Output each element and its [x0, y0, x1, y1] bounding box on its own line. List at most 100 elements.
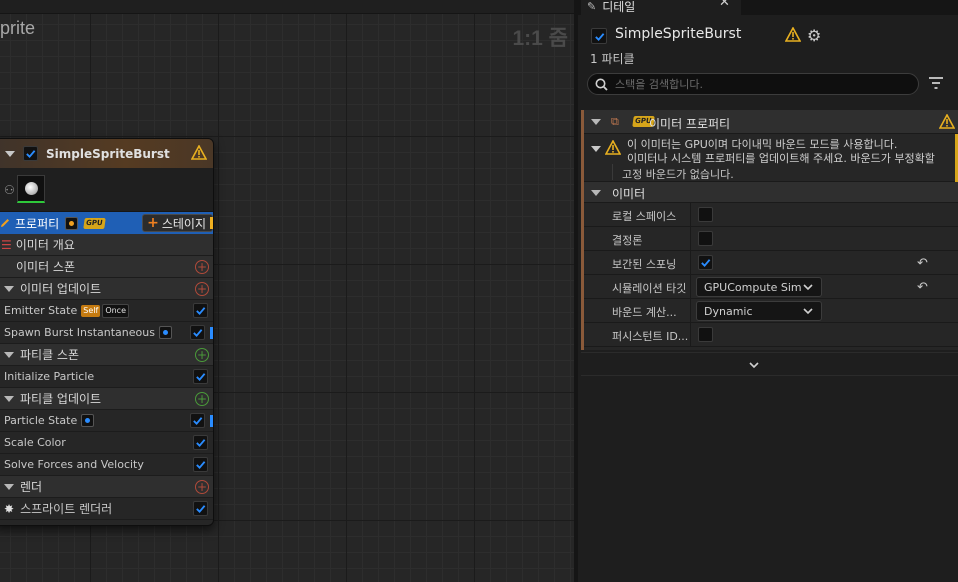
dropdown-value: Dynamic — [704, 304, 753, 318]
prop-sim-target: 시뮬레이션 타깃 GPUCompute Sim ↶ — [584, 275, 958, 299]
emitter-section-header[interactable]: 이미터 — [584, 182, 958, 203]
check-icon — [196, 307, 206, 316]
emitter-properties-label: 이미터 프로퍼티 — [649, 117, 731, 131]
bounds-warning: 이 이미터는 GPU이며 다이내믹 바운드 모드를 사용합니다. 이미터나 시스… — [584, 134, 958, 182]
column-divider[interactable] — [690, 251, 691, 275]
add-module-icon[interactable]: + — [195, 392, 209, 406]
sim-target-dropdown[interactable]: GPUCompute Sim — [696, 277, 822, 297]
column-divider[interactable] — [690, 203, 691, 227]
module-emitter-state[interactable]: Emitter State Self Once — [0, 300, 213, 322]
check-icon — [196, 505, 206, 514]
column-divider[interactable] — [690, 299, 691, 323]
module-particle-state[interactable]: Particle State — [0, 410, 213, 432]
prop-label: 로컬 스페이스 — [612, 210, 677, 223]
emitter-enabled-checkbox[interactable] — [591, 28, 607, 44]
plus-icon: + — [147, 215, 159, 231]
check-icon — [196, 439, 206, 448]
module-solve-forces[interactable]: Solve Forces and Velocity — [0, 454, 213, 476]
emitter-enabled-checkbox[interactable] — [23, 146, 38, 161]
sprite-preview-icon — [24, 182, 38, 195]
module-label: Particle State — [4, 414, 78, 427]
prop-label: 바운드 계산... — [612, 306, 677, 319]
warning-subtext: 고정 바운드가 없습니다. — [622, 168, 734, 181]
pencil-icon: ✎ — [587, 0, 597, 13]
particle-update-section[interactable]: 파티클 업데이트 + — [0, 388, 213, 410]
reset-to-default-icon[interactable]: ↶ — [917, 256, 928, 271]
prop-calc-bounds: 바운드 계산... Dynamic — [584, 299, 958, 323]
reset-to-default-icon[interactable]: ↶ — [917, 280, 928, 295]
module-enabled-checkbox[interactable] — [190, 325, 205, 340]
collapse-arrow-icon[interactable] — [591, 146, 601, 152]
dropdown-value: GPUCompute Sim — [704, 280, 802, 294]
module-initialize-particle[interactable]: Initialize Particle — [0, 366, 213, 388]
module-enabled-checkbox[interactable] — [193, 435, 208, 450]
column-divider[interactable] — [690, 323, 691, 347]
add-stage-button[interactable]: + 스테이지 — [142, 214, 213, 232]
emitter-thumbnail[interactable] — [17, 175, 45, 203]
chevron-down-icon — [749, 362, 759, 369]
warning-icon[interactable] — [939, 114, 955, 129]
prop-interpolated-spawning: 보간된 스포닝 ↶ — [584, 251, 958, 275]
emitter-properties-header[interactable]: ⧉ GPU 이미터 프로퍼티 — [584, 110, 958, 134]
emitter-update-section[interactable]: 이미터 업데이트 + — [0, 278, 213, 300]
add-stage-label: 스테이지 — [161, 216, 206, 231]
collapse-arrow-icon[interactable] — [4, 395, 14, 402]
niagara-editor: prite 1:1 줌 SimpleSpriteBurst ⚇ 프로퍼티 GPU — [0, 0, 958, 582]
emitter-node-header[interactable]: SimpleSpriteBurst — [0, 139, 213, 168]
search-box[interactable] — [587, 73, 919, 95]
renderer-enabled-checkbox[interactable] — [193, 501, 208, 516]
local-space-checkbox[interactable] — [698, 207, 713, 222]
emitter-summary-row[interactable]: ☰ 이미터 개요 — [0, 234, 213, 256]
collapse-arrow-icon[interactable] — [4, 483, 14, 490]
collapse-arrow-icon[interactable] — [591, 190, 601, 196]
tree-divider — [612, 164, 613, 180]
module-spawn-burst[interactable]: Spawn Burst Instantaneous — [0, 322, 213, 344]
persistent-id-checkbox[interactable] — [698, 327, 713, 342]
close-icon[interactable]: ✕ — [719, 0, 730, 10]
warning-icon — [605, 140, 621, 155]
add-renderer-icon[interactable]: + — [195, 480, 209, 494]
details-tab-bar: ✎ 디테일 ✕ — [578, 0, 958, 15]
system-overview-graph[interactable]: prite 1:1 줌 SimpleSpriteBurst ⚇ 프로퍼티 GPU — [0, 0, 578, 582]
add-module-icon[interactable]: + — [195, 260, 209, 274]
particle-spawn-section[interactable]: 파티클 스폰 + — [0, 344, 213, 366]
collapse-arrow-icon[interactable] — [591, 119, 601, 125]
collapse-arrow-icon[interactable] — [4, 351, 14, 358]
module-enabled-checkbox[interactable] — [193, 457, 208, 472]
gear-icon[interactable]: ⚙ — [807, 26, 821, 45]
emitter-spawn-row[interactable]: 이미터 스폰 + — [0, 256, 213, 278]
collapse-arrow-icon[interactable] — [4, 285, 14, 292]
pin-icon[interactable]: ⚇ — [4, 183, 15, 197]
determinism-checkbox[interactable] — [698, 231, 713, 246]
once-tag: Once — [102, 303, 129, 318]
renderer-sprite[interactable]: ✸ 스프라이트 렌더러 — [0, 498, 213, 520]
section-label: 이미터 업데이트 — [20, 282, 102, 296]
collapse-arrow-icon[interactable] — [5, 150, 15, 157]
show-advanced-row[interactable] — [581, 352, 958, 376]
emitter-node[interactable]: SimpleSpriteBurst ⚇ 프로퍼티 GPU + 스테이지 ☰ 이미터… — [0, 138, 214, 526]
module-enabled-checkbox[interactable] — [193, 303, 208, 318]
warning-icon[interactable] — [785, 27, 801, 42]
render-section[interactable]: 렌더 + — [0, 476, 213, 498]
column-divider[interactable] — [690, 227, 691, 251]
prop-label: 시뮬레이션 타깃 — [612, 282, 687, 295]
module-scale-color[interactable]: Scale Color — [0, 432, 213, 454]
add-module-icon[interactable]: + — [195, 348, 209, 362]
search-input[interactable] — [615, 77, 905, 91]
warning-icon[interactable] — [191, 145, 207, 160]
tab-details[interactable]: ✎ 디테일 ✕ — [581, 0, 741, 15]
calc-bounds-dropdown[interactable]: Dynamic — [696, 301, 822, 321]
module-enabled-checkbox[interactable] — [193, 369, 208, 384]
emitter-name: SimpleSpriteBurst — [615, 26, 742, 42]
zoom-label: 1:1 줌 — [512, 27, 568, 50]
module-enabled-checkbox[interactable] — [190, 413, 205, 428]
prop-label: 퍼시스턴트 ID... — [612, 330, 689, 343]
emitter-properties-row[interactable]: 프로퍼티 GPU + 스테이지 — [0, 212, 213, 234]
add-module-icon[interactable]: + — [195, 282, 209, 296]
column-divider[interactable] — [690, 275, 691, 299]
check-icon — [193, 329, 203, 338]
list-icon: ☰ — [1, 237, 12, 252]
row-label: 이미터 스폰 — [16, 260, 76, 274]
filter-icon[interactable] — [928, 76, 944, 90]
interpolated-spawning-checkbox[interactable] — [698, 255, 713, 270]
